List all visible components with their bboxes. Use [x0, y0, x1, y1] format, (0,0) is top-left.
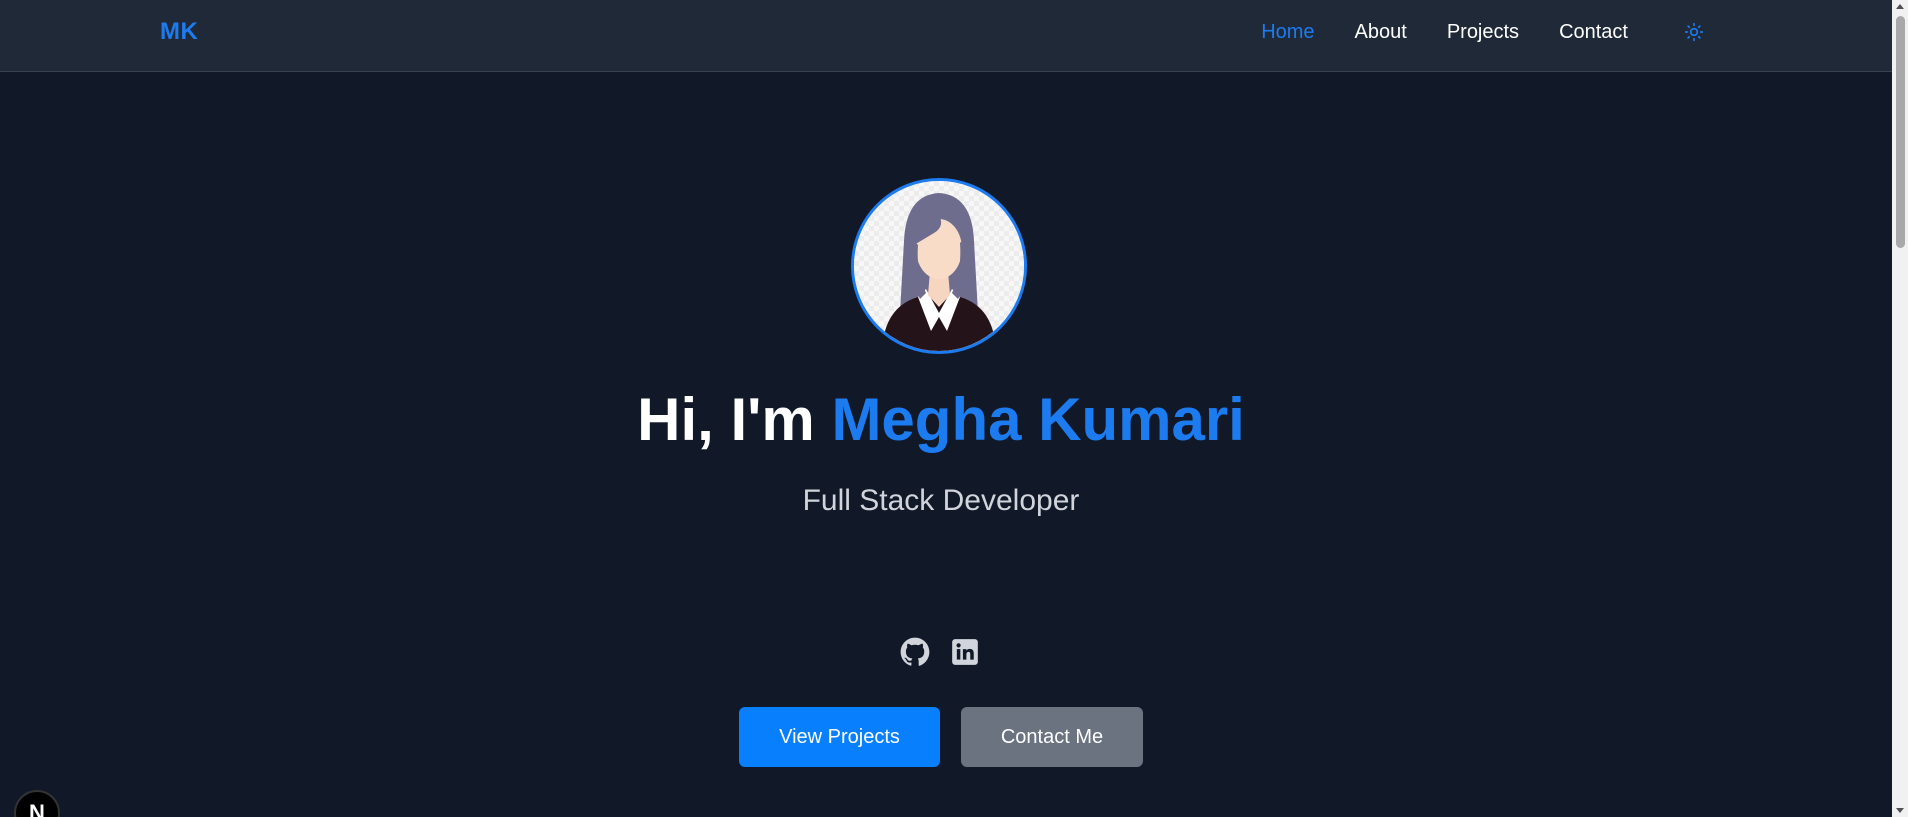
logo-link[interactable]: MK: [160, 18, 198, 46]
github-icon: [900, 637, 930, 666]
hero-name: Megha Kumari: [831, 386, 1245, 453]
hero-buttons: View Projects Contact Me: [739, 707, 1143, 767]
next-dev-indicator-button[interactable]: N: [14, 790, 60, 817]
github-link[interactable]: [900, 637, 930, 667]
page-scrollbar[interactable]: [1892, 0, 1908, 817]
hero-subtitle: Full Stack Developer: [802, 484, 1080, 517]
scroll-down-arrow-icon[interactable]: [1896, 808, 1904, 813]
nav-links: Home About Projects Contact: [1261, 20, 1706, 44]
theme-toggle-button[interactable]: [1682, 20, 1706, 44]
page: MK Home About Projects Contact Hi, I'm M…: [0, 0, 1908, 817]
avatar: [851, 178, 1027, 354]
nav-link-contact[interactable]: Contact: [1559, 21, 1628, 44]
navbar: MK Home About Projects Contact: [0, 0, 1892, 72]
social-links: [900, 637, 980, 667]
avatar-illustration: [854, 181, 1024, 351]
nav-link-about[interactable]: About: [1355, 21, 1407, 44]
linkedin-link[interactable]: [950, 637, 980, 667]
contact-me-button[interactable]: Contact Me: [961, 707, 1143, 767]
nav-link-projects[interactable]: Projects: [1447, 21, 1519, 44]
hero-heading: Hi, I'm Megha Kumari: [0, 390, 1882, 450]
hero-greeting: Hi, I'm: [637, 386, 832, 453]
scrollbar-thumb[interactable]: [1896, 16, 1905, 248]
nav-link-home[interactable]: Home: [1261, 21, 1314, 44]
sun-icon: [1684, 22, 1704, 42]
linkedin-icon: [952, 639, 978, 665]
view-projects-button[interactable]: View Projects: [739, 707, 940, 767]
scroll-up-arrow-icon[interactable]: [1896, 4, 1904, 9]
